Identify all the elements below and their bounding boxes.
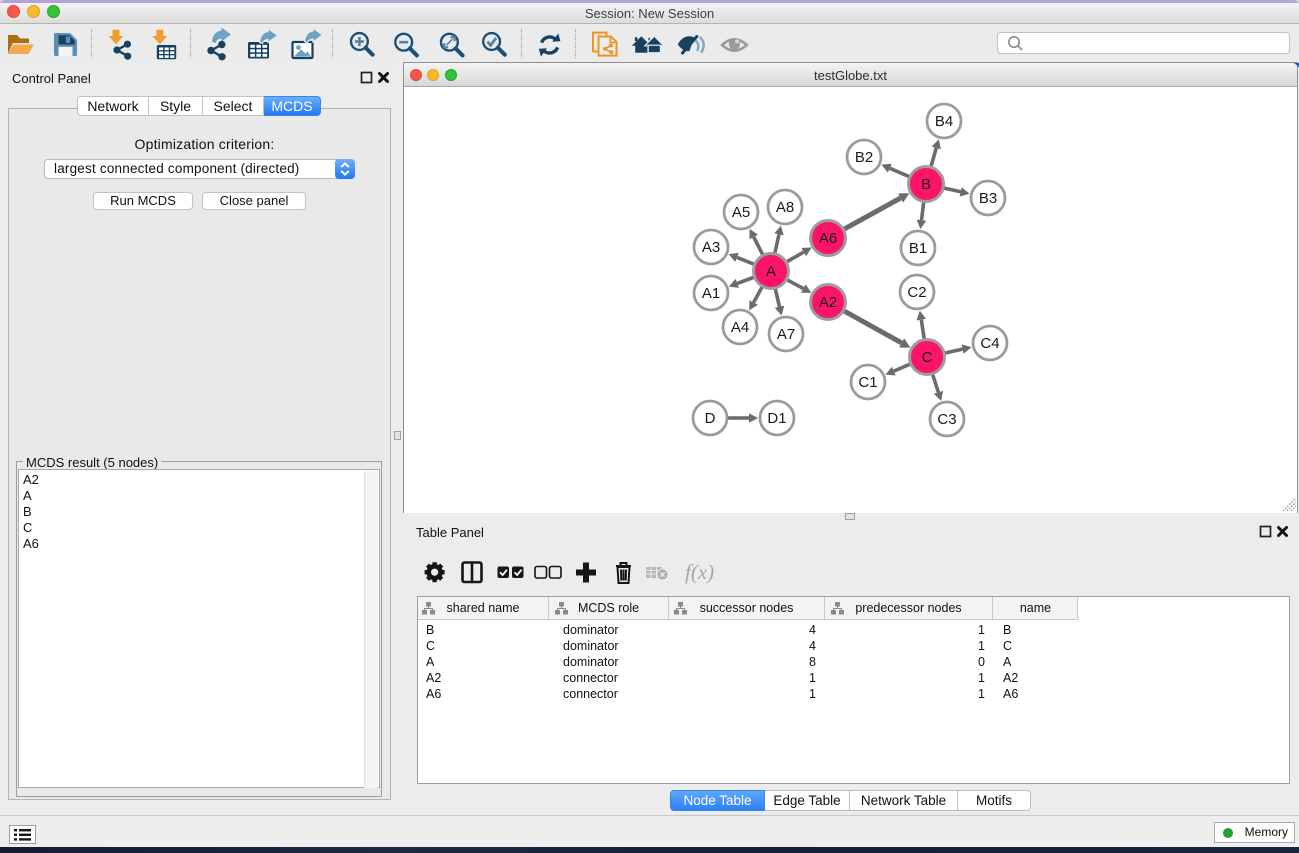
svg-text:A: A: [766, 263, 776, 280]
svg-text:C3: C3: [937, 411, 956, 428]
svg-text:C4: C4: [980, 335, 999, 352]
svg-text:B3: B3: [979, 190, 997, 207]
svg-text:A8: A8: [776, 199, 794, 216]
svg-text:A2: A2: [819, 294, 837, 311]
svg-text:A6: A6: [819, 230, 837, 247]
svg-text:A7: A7: [777, 326, 795, 343]
svg-text:A4: A4: [731, 319, 749, 336]
svg-text:B4: B4: [935, 113, 953, 130]
svg-text:D1: D1: [767, 410, 786, 427]
svg-text:C: C: [922, 349, 933, 366]
svg-text:B: B: [921, 176, 931, 193]
svg-text:A1: A1: [702, 285, 720, 302]
svg-text:C2: C2: [907, 284, 926, 301]
svg-text:C1: C1: [858, 374, 877, 391]
svg-text:f(x): f(x): [685, 560, 714, 584]
svg-text:D: D: [705, 410, 716, 427]
svg-text:A3: A3: [702, 239, 720, 256]
svg-text:A5: A5: [732, 204, 750, 221]
svg-text:B2: B2: [855, 149, 873, 166]
svg-text:B1: B1: [909, 240, 927, 257]
